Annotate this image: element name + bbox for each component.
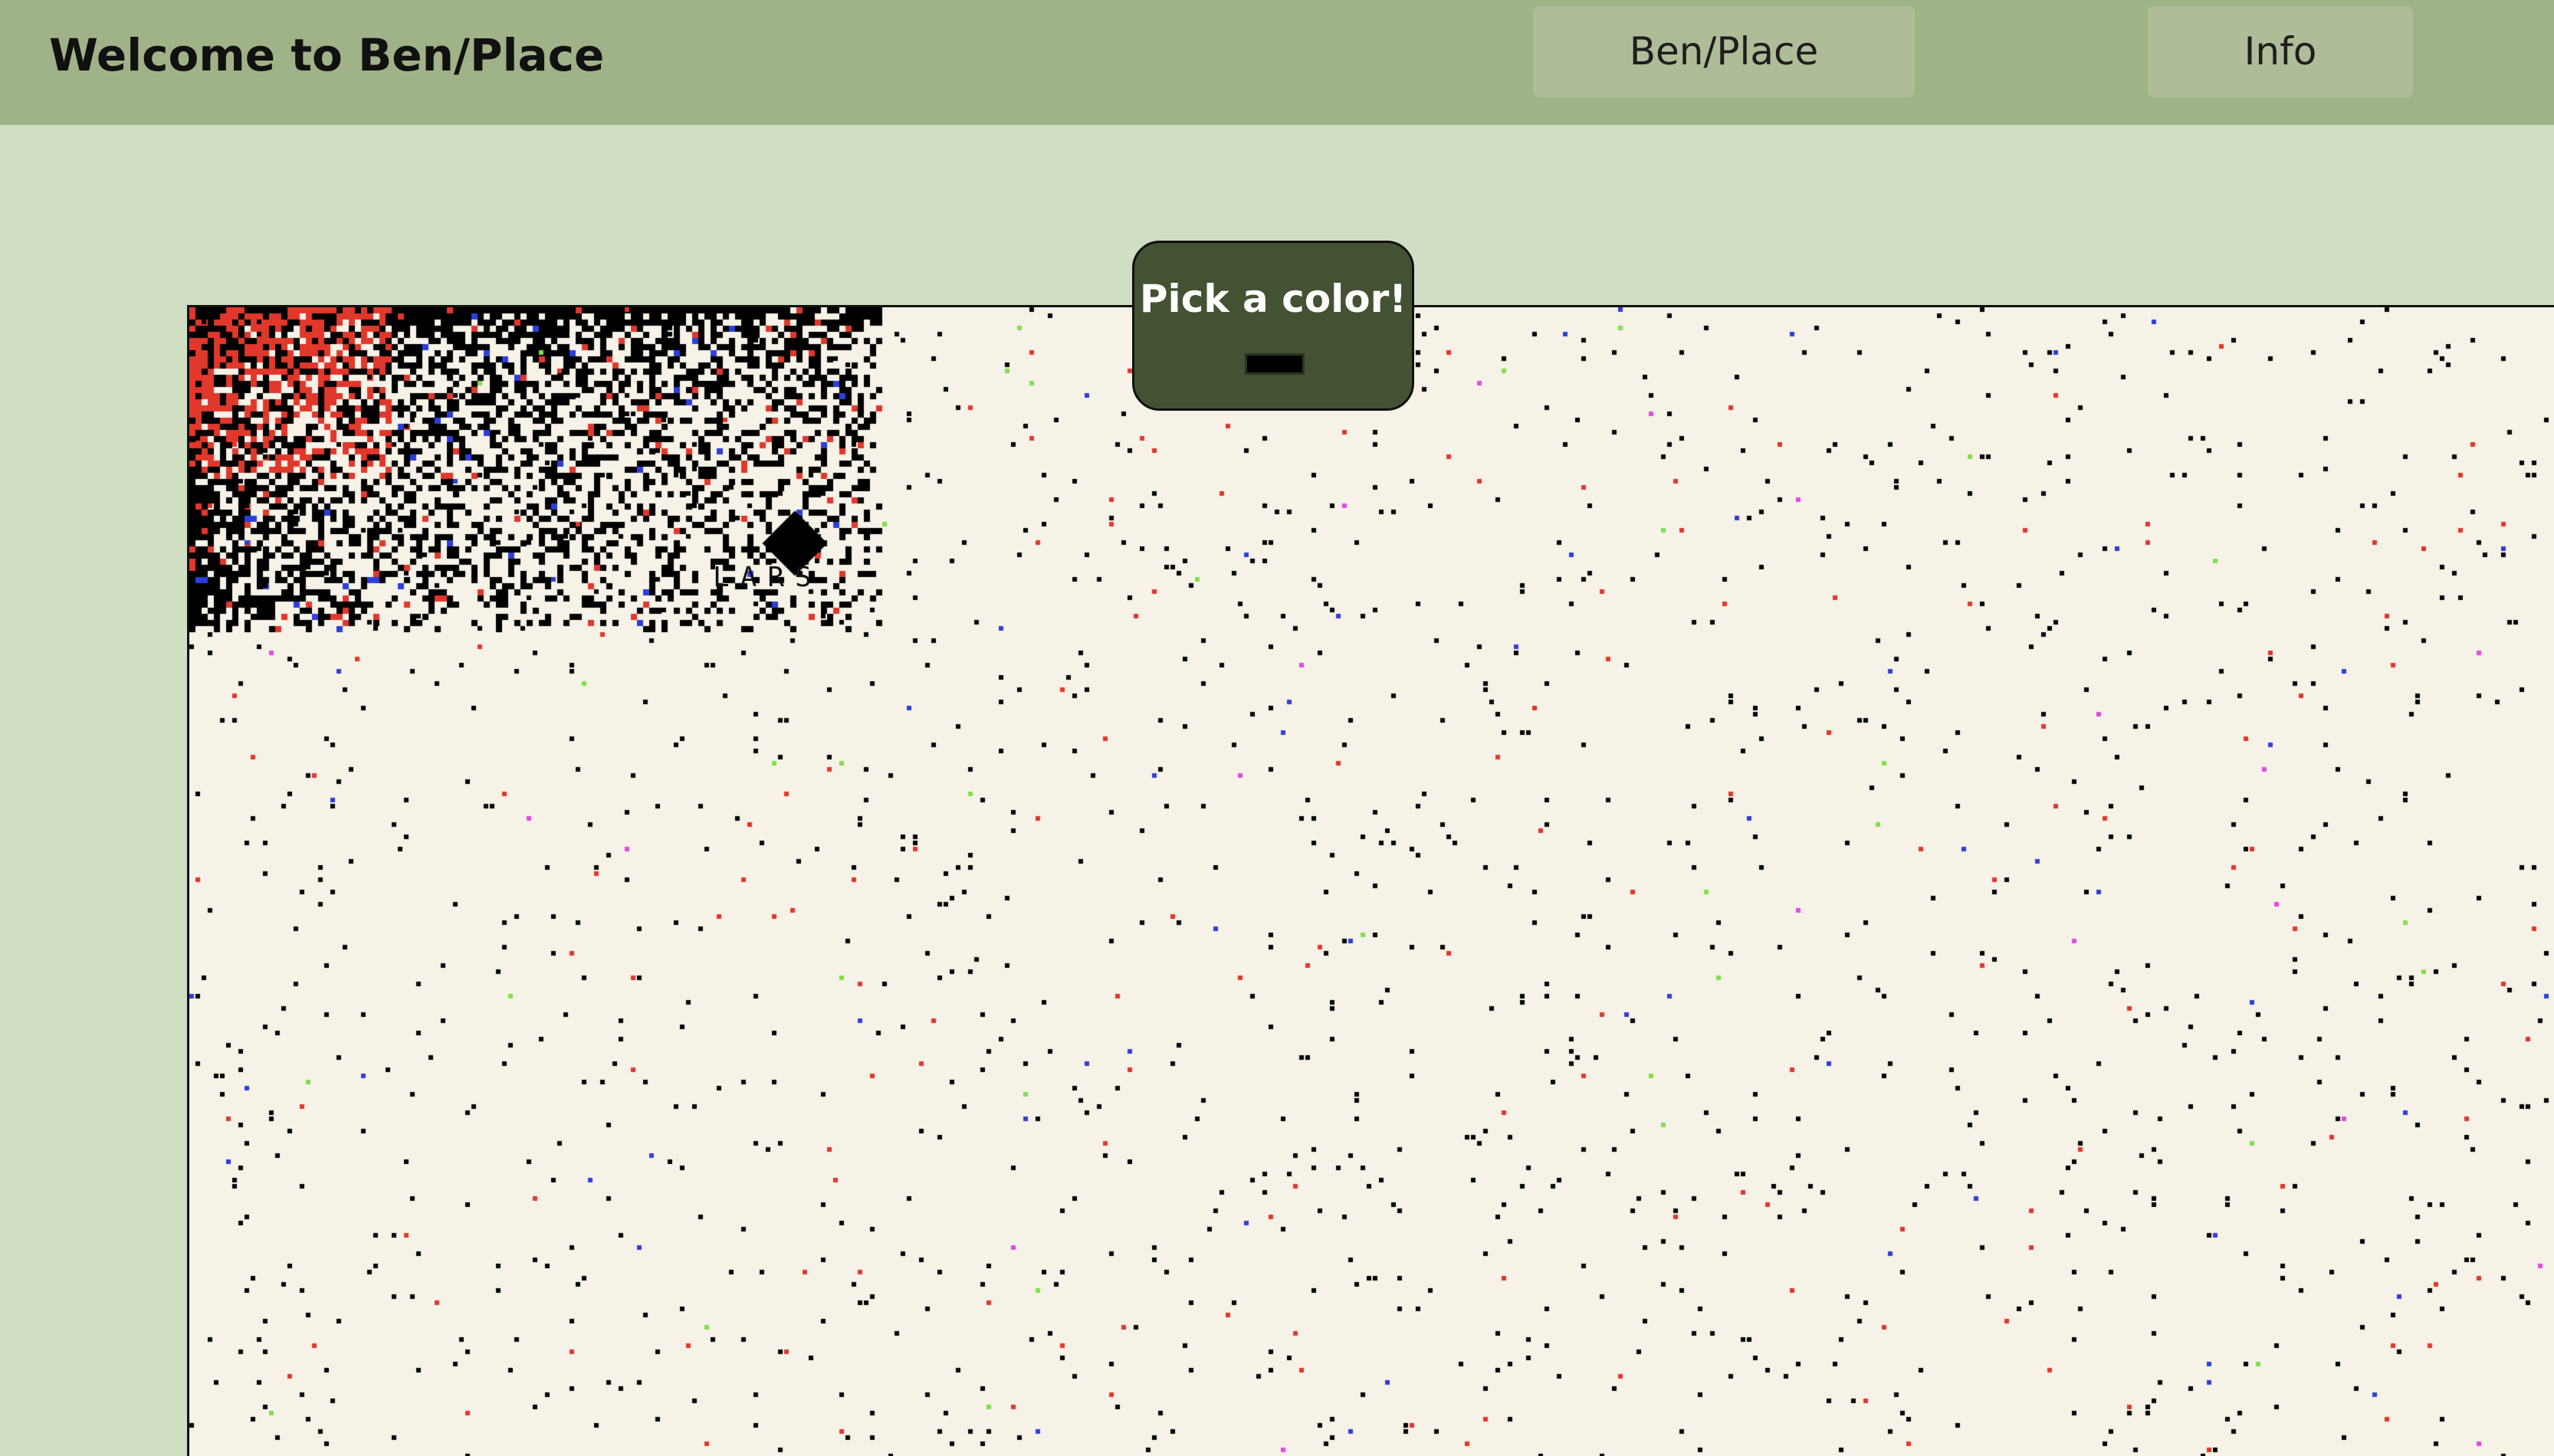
color-picker-label: Pick a color! xyxy=(1139,277,1407,321)
pixel-canvas[interactable] xyxy=(189,307,2554,1456)
selected-color-swatch[interactable] xyxy=(1245,353,1305,375)
app-title: Welcome to Ben/Place xyxy=(49,29,605,81)
nav-button-info[interactable]: Info xyxy=(2148,6,2413,97)
canvas-pixel-text: LARS xyxy=(713,562,822,593)
color-picker-panel: Pick a color! xyxy=(1132,241,1414,411)
top-nav-bar: Welcome to Ben/Place Ben/Place Info xyxy=(0,0,2554,125)
nav-button-benplace[interactable]: Ben/Place xyxy=(1533,6,1915,97)
place-canvas-board[interactable]: LARS xyxy=(187,305,2554,1456)
